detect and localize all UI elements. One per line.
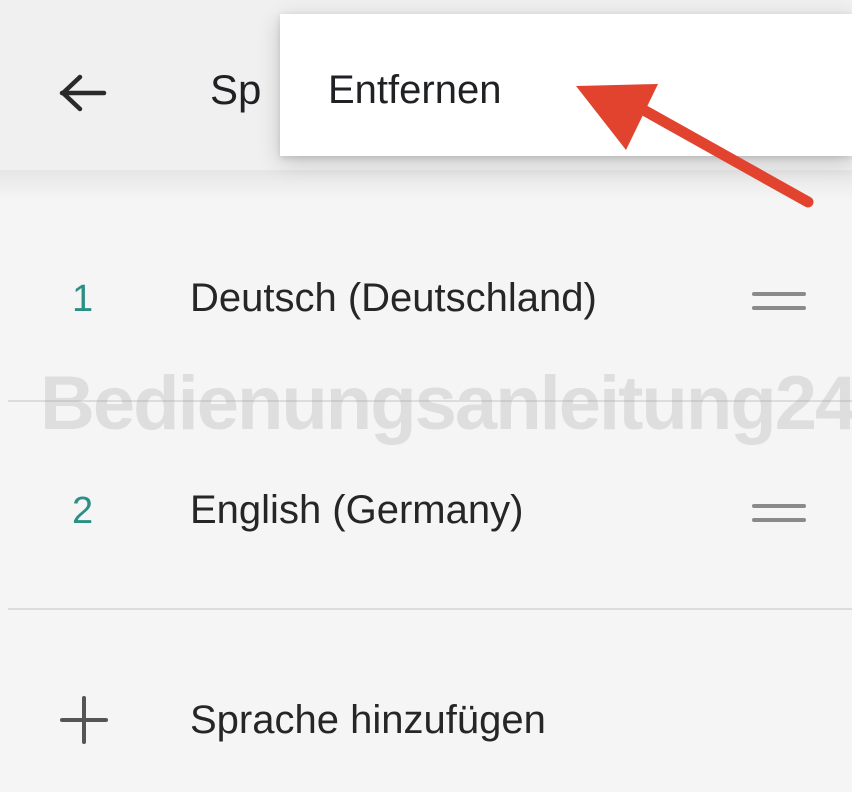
menu-item-remove[interactable]: Entfernen: [280, 14, 852, 156]
menu-item-label: Entfernen: [328, 68, 502, 112]
plus-icon: [60, 696, 108, 744]
drag-handle-icon[interactable]: [752, 502, 806, 524]
language-row-english[interactable]: 2 English (Germany): [0, 408, 852, 608]
language-label: Deutsch (Deutschland): [190, 276, 597, 320]
list-divider: [8, 608, 852, 610]
back-button[interactable]: [48, 58, 118, 128]
language-priority-number: 1: [72, 278, 94, 320]
language-label: English (Germany): [190, 488, 524, 532]
arrow-left-icon: [59, 74, 107, 112]
add-language-button[interactable]: Sprache hinzufügen: [0, 620, 852, 792]
language-row-deutsch[interactable]: 1 Deutsch (Deutschland): [0, 196, 852, 396]
drag-handle-icon[interactable]: [752, 290, 806, 312]
list-divider: [8, 400, 852, 402]
add-language-label: Sprache hinzufügen: [190, 698, 546, 742]
page-title: Sp: [210, 66, 262, 113]
overflow-menu: Entfernen: [280, 14, 852, 156]
language-priority-number: 2: [72, 490, 94, 532]
